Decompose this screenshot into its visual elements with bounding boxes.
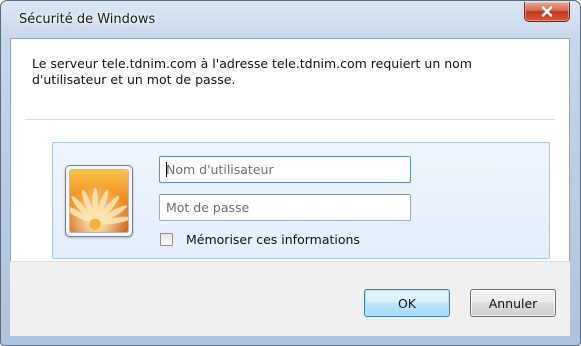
text-caret [166,162,167,177]
divider [25,119,555,120]
password-input[interactable] [159,194,411,221]
user-tile-flower-icon [69,169,129,233]
dialog-content: Le serveur tele.tdnim.com à l'adresse te… [10,38,570,262]
remember-label[interactable]: Mémoriser ces informations [186,232,360,247]
username-input[interactable] [159,156,411,183]
server-message: Le serveur tele.tdnim.com à l'adresse te… [32,56,472,87]
window-title: Sécurité de Windows [19,12,156,27]
close-icon [541,6,553,17]
credential-panel: Mémoriser ces informations [52,142,550,259]
title-bar[interactable]: Sécurité de Windows [1,1,580,37]
security-dialog-window: Sécurité de Windows Le serveur tele.tdni… [0,0,581,346]
close-button[interactable] [524,2,570,22]
user-avatar [65,165,133,237]
button-bar: OK Annuler [10,261,570,336]
remember-row[interactable]: Mémoriser ces informations [160,230,360,248]
ok-button[interactable]: OK [364,289,450,317]
cancel-button[interactable]: Annuler [470,289,556,317]
remember-checkbox[interactable] [160,232,173,246]
